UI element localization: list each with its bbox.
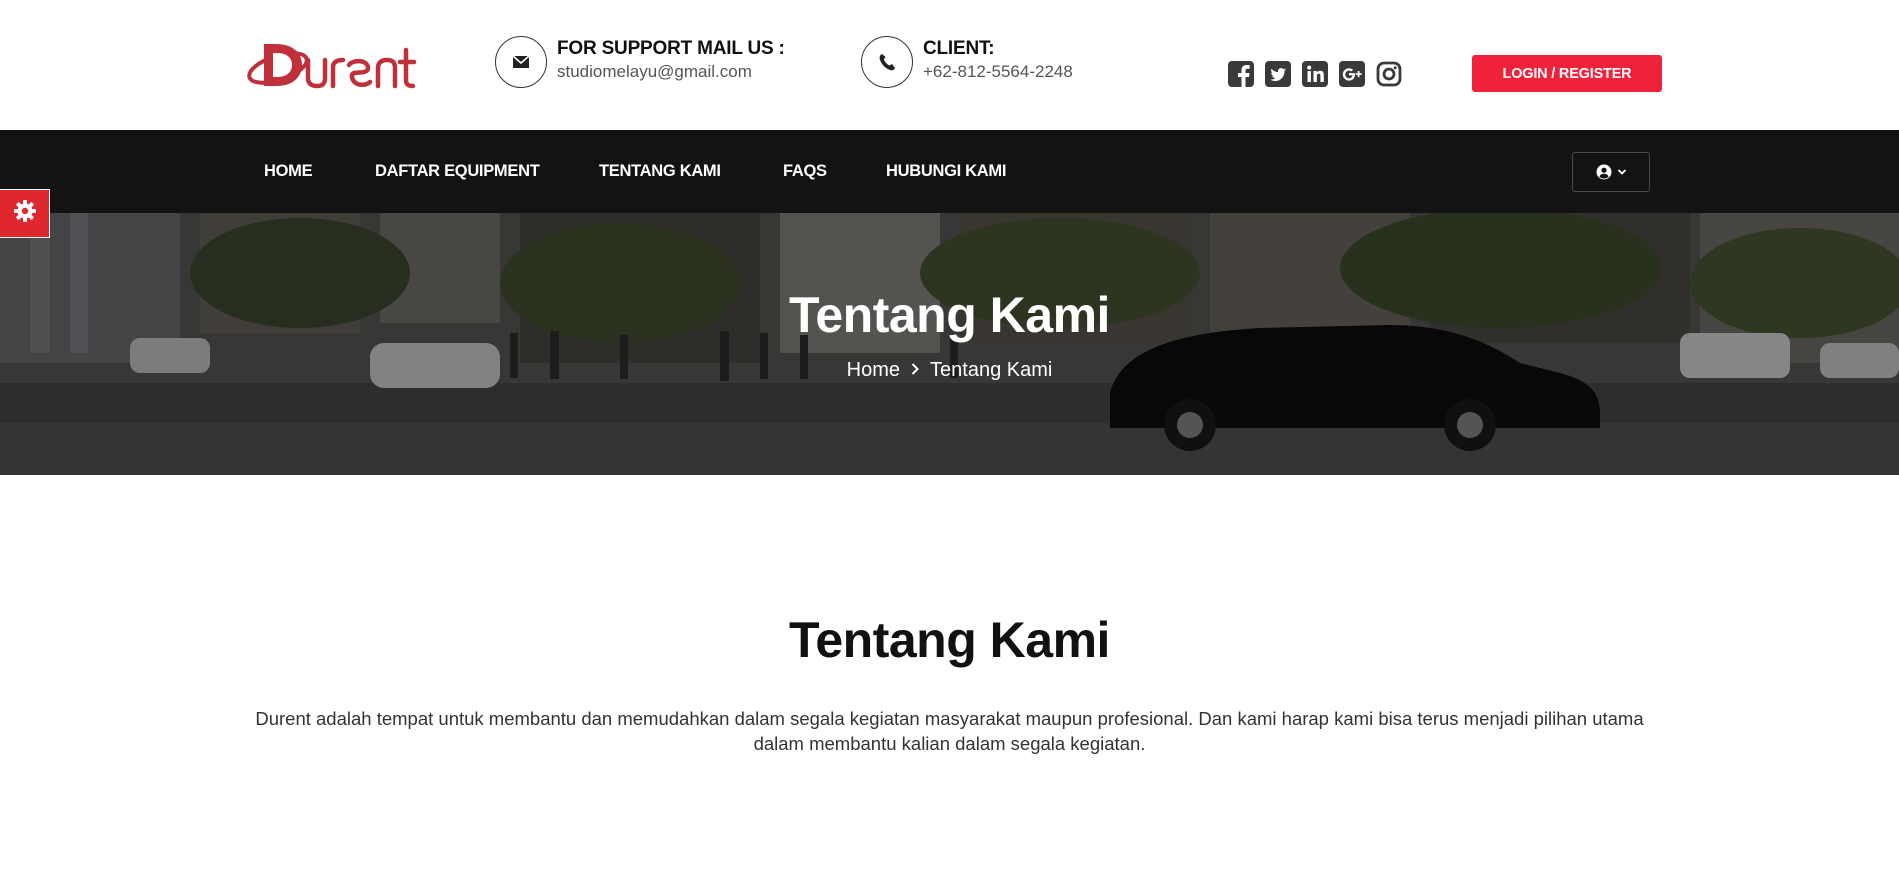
breadcrumb-current: Tentang Kami: [930, 359, 1053, 381]
hero-title: Tentang Kami: [789, 287, 1110, 343]
breadcrumb: Home Tentang Kami: [0, 359, 1899, 382]
envelope-icon: [495, 36, 547, 88]
gear-icon: [13, 199, 37, 228]
brand-logo[interactable]: [246, 34, 418, 94]
chevron-right-icon: [910, 360, 920, 381]
main-nav: HOME DAFTAR EQUIPMENT TENTANG KAMI FAQS …: [0, 130, 1899, 213]
top-header: FOR SUPPORT MAIL US : studiomelayu@gmail…: [0, 0, 1899, 130]
chevron-down-icon: [1617, 168, 1627, 176]
nav-item-home[interactable]: HOME: [264, 130, 313, 213]
settings-toggle[interactable]: [0, 189, 50, 238]
linkedin-icon[interactable]: [1301, 60, 1329, 88]
nav-item-daftar-equipment[interactable]: DAFTAR EQUIPMENT: [375, 130, 540, 213]
client-phone[interactable]: +62-812-5564-2248: [923, 60, 1073, 84]
login-register-button[interactable]: LOGIN / REGISTER: [1472, 55, 1662, 92]
phone-icon: [861, 36, 913, 88]
user-circle-icon: [1596, 164, 1612, 180]
client-label: CLIENT:: [923, 38, 995, 59]
social-links: [1227, 60, 1403, 88]
twitter-icon[interactable]: [1264, 60, 1292, 88]
section-description: Durent adalah tempat untuk membantu dan …: [255, 708, 1644, 754]
section-title: Tentang Kami: [789, 612, 1110, 668]
user-account-dropdown[interactable]: [1572, 152, 1650, 192]
client-phone-block: CLIENT: +62-812-5564-2248: [861, 36, 1073, 88]
nav-item-faqs[interactable]: FAQS: [783, 130, 827, 213]
facebook-icon[interactable]: [1227, 60, 1255, 88]
hero-overlay: [0, 213, 1899, 475]
nav-item-hubungi-kami[interactable]: HUBUNGI KAMI: [886, 130, 1006, 213]
page-hero: Tentang Kami Home Tentang Kami: [0, 213, 1899, 475]
instagram-icon[interactable]: [1375, 60, 1403, 88]
support-label: FOR SUPPORT MAIL US :: [557, 38, 785, 59]
support-mail-block: FOR SUPPORT MAIL US : studiomelayu@gmail…: [495, 36, 785, 88]
nav-item-tentang-kami[interactable]: TENTANG KAMI: [599, 130, 721, 213]
breadcrumb-home[interactable]: Home: [847, 359, 900, 382]
google-plus-icon[interactable]: [1338, 60, 1366, 88]
support-email[interactable]: studiomelayu@gmail.com: [557, 60, 785, 84]
